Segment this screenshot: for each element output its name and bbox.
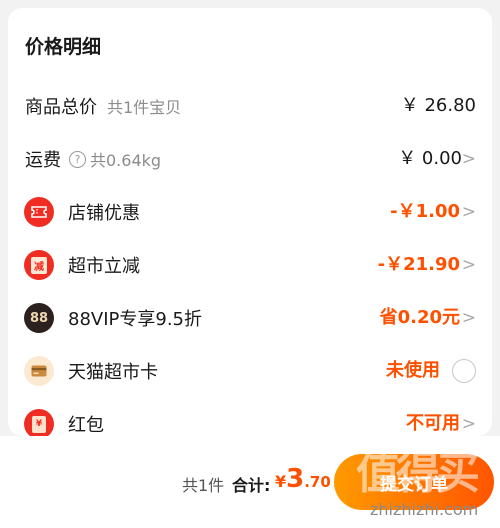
red-packet-icon-text: ¥ — [32, 415, 46, 433]
red-packet-value: 不可用 — [406, 413, 460, 434]
chevron-right-icon: > — [461, 255, 476, 275]
card-title: 价格明细 — [25, 36, 102, 58]
goods-total-label: 商品总价 — [25, 97, 97, 118]
red-packet-icon: ¥ — [24, 409, 54, 436]
shop-discount-value: -￥1.00 — [390, 201, 460, 222]
help-icon[interactable]: ? — [69, 150, 86, 168]
reduction-icon: 减 — [24, 250, 54, 280]
card-icon — [24, 356, 54, 386]
total-currency: ¥ — [275, 472, 287, 491]
total-decimal: .70 — [304, 473, 331, 491]
chevron-right-icon: > — [461, 149, 476, 169]
shipping-weight: 共0.64kg — [90, 151, 162, 170]
market-reduction-value: -￥21.90 — [377, 254, 460, 275]
market-reduction-label: 超市立减 — [68, 256, 140, 277]
goods-total-value: ￥ 26.80 — [400, 95, 476, 116]
red-packet-row[interactable]: ¥ 红包 不可用 > — [8, 404, 492, 436]
reduction-icon-text: 减 — [31, 256, 47, 274]
tmall-card-value: 未使用 — [386, 360, 440, 381]
total-amount: ¥3.70 — [275, 464, 331, 494]
market-reduction-row[interactable]: 减 超市立减 -￥21.90 > — [8, 245, 492, 285]
shipping-row[interactable]: 运费 ? 共0.64kg ￥ 0.00 > — [8, 139, 492, 179]
watermark-url: zhizhizhi.com — [370, 500, 479, 519]
total-integer: 3 — [286, 464, 305, 494]
goods-count-note: 共1件宝贝 — [107, 98, 182, 117]
chevron-right-icon: > — [461, 202, 476, 222]
chevron-right-icon: > — [461, 414, 476, 434]
price-detail-card: 价格明细 商品总价 共1件宝贝 ￥ 26.80 运费 ? 共0.64kg ￥ 0… — [8, 8, 492, 436]
shipping-label: 运费 — [25, 150, 61, 171]
vip-discount-label: 88VIP专享9.5折 — [68, 309, 203, 330]
shop-discount-label: 店铺优惠 — [68, 203, 140, 224]
total-label: 合计: — [232, 476, 271, 495]
vip-88-icon-text: 88 — [29, 310, 49, 326]
vip-discount-value: 省0.20元 — [379, 307, 460, 328]
vip-88-icon: 88 — [24, 303, 54, 333]
shipping-value: ￥ 0.00 — [398, 148, 462, 169]
tmall-card-row[interactable]: 天猫超市卡 未使用 — [8, 351, 492, 391]
vip-discount-row[interactable]: 88 88VIP专享9.5折 省0.20元 > — [8, 298, 492, 338]
shop-discount-row[interactable]: 店铺优惠 -￥1.00 > — [8, 192, 492, 232]
red-packet-label: 红包 — [68, 415, 104, 436]
goods-total-row: 商品总价 共1件宝贝 ￥ 26.80 — [8, 86, 492, 126]
item-count: 共1件 — [182, 476, 225, 495]
tmall-card-radio[interactable] — [452, 359, 476, 383]
tmall-card-label: 天猫超市卡 — [68, 362, 158, 383]
chevron-right-icon: > — [461, 308, 476, 328]
coupon-icon — [24, 197, 54, 227]
